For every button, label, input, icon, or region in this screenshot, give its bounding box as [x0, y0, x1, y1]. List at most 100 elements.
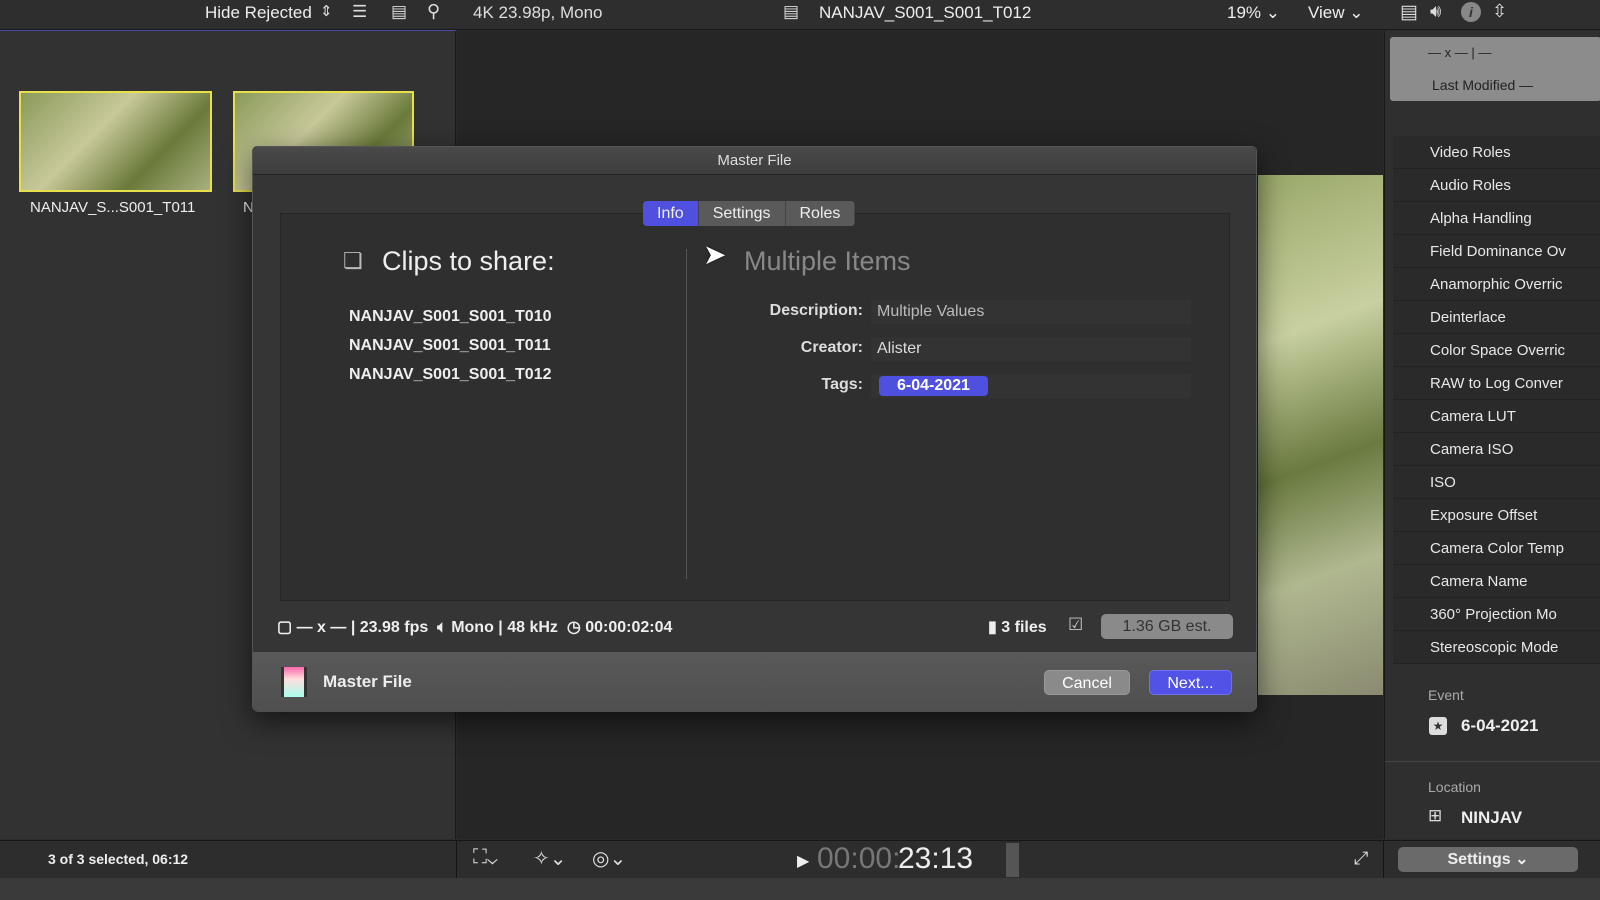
- inspector-item[interactable]: Exposure Offset: [1393, 499, 1600, 532]
- location-value: NINJAV: [1461, 808, 1523, 827]
- document-icon: ▮: [988, 619, 997, 636]
- clip-thumbnail[interactable]: [19, 91, 212, 192]
- inspector-item[interactable]: Camera Name: [1393, 565, 1600, 598]
- clock-icon: ◷: [566, 619, 581, 636]
- inspector-item[interactable]: Field Dominance Ov: [1393, 235, 1600, 268]
- audio-channels: Mono: [451, 619, 494, 636]
- size-estimate: 1.36 GB est.: [1101, 614, 1233, 639]
- sample-rate: 48 kHz: [507, 619, 558, 636]
- transform-icon[interactable]: ⛶⌄: [473, 846, 498, 869]
- inspector-item[interactable]: Camera Color Temp: [1393, 532, 1600, 565]
- inspector-item[interactable]: Stereoscopic Mode: [1393, 631, 1600, 664]
- format-info: 4K 23.98p, Mono: [473, 3, 603, 22]
- dimensions: — x —: [296, 619, 347, 636]
- destination-label: Master File: [323, 672, 412, 691]
- film-icon: ▤: [783, 2, 800, 21]
- inspector-item[interactable]: Anamorphic Overric: [1393, 268, 1600, 301]
- mouse-cursor-icon: ➤: [703, 239, 727, 270]
- clips-heading: Clips to share:: [382, 246, 555, 276]
- inspector-header: — x — | — Last Modified —: [1390, 37, 1600, 101]
- filmstrip-icon[interactable]: ▤: [391, 2, 407, 22]
- selection-status: 3 of 3 selected, 06:12: [48, 851, 189, 867]
- dialog-tabs: Info Settings Roles: [643, 201, 856, 226]
- retime-icon[interactable]: ◎⌄: [592, 846, 626, 871]
- tab-settings[interactable]: Settings: [699, 201, 786, 226]
- audio-inspector-icon[interactable]: 🔊︎: [1430, 1, 1441, 22]
- master-file-icon: [281, 667, 307, 697]
- event-label: Event: [1428, 687, 1464, 703]
- share-dialog: Master File ❏ Clips to share: NANJAV_S00…: [252, 146, 1257, 712]
- inspector-item[interactable]: RAW to Log Conver: [1393, 367, 1600, 400]
- clip-label: NANJAV_S...S001_T011: [30, 199, 196, 216]
- chevron-down-icon: ⌄: [1349, 3, 1364, 22]
- updown-chevron-icon[interactable]: ⇕: [320, 2, 333, 20]
- divider: [456, 841, 457, 879]
- stats-left: ▢ — x — | 23.98 fps 🔈︎ Mono | 48 kHz ◷ 0…: [277, 619, 673, 636]
- divider: [686, 249, 687, 579]
- share-inspector-icon[interactable]: ⇳: [1492, 1, 1507, 22]
- filter-popup[interactable]: Hide Rejected: [205, 3, 312, 23]
- chevron-down-icon: ⌄: [1265, 3, 1281, 22]
- clip-name: NANJAV_S001_S001_T012: [819, 3, 1032, 22]
- search-icon[interactable]: ⚲: [427, 1, 440, 22]
- event-value: 6-04-2021: [1461, 716, 1539, 735]
- inspector-item[interactable]: Deinterlace: [1393, 301, 1600, 334]
- dialog-title: Master File: [253, 147, 1256, 175]
- inspector-item[interactable]: Alpha Handling: [1393, 202, 1600, 235]
- play-icon[interactable]: ▶: [797, 851, 809, 871]
- grid-icon: ⊞: [1428, 806, 1443, 825]
- compatibility-icon[interactable]: ☑: [1068, 615, 1083, 635]
- creator-field[interactable]: Alister: [871, 337, 1191, 361]
- dimensions: — x — | —: [1428, 45, 1492, 60]
- info-panel: ❏ Clips to share: NANJAV_S001_S001_T010 …: [280, 213, 1230, 601]
- tab-info[interactable]: Info: [643, 201, 699, 226]
- inspector-item[interactable]: Video Roles: [1393, 136, 1600, 169]
- clip-list: NANJAV_S001_S001_T010 NANJAV_S001_S001_T…: [349, 302, 552, 389]
- viewer-image: [1258, 175, 1383, 695]
- duration: 00:00:02:04: [585, 619, 673, 636]
- info-inspector-icon[interactable]: i: [1461, 2, 1481, 22]
- divider: [1383, 841, 1384, 879]
- inspector-item[interactable]: ISO: [1393, 466, 1600, 499]
- timecode-dim: 00:00:: [817, 842, 901, 875]
- clips-stack-icon: ❏: [343, 248, 363, 273]
- settings-label: Settings: [1447, 851, 1511, 868]
- clip-item: NANJAV_S001_S001_T010: [349, 308, 552, 325]
- file-count: ▮ 3 files: [988, 617, 1047, 637]
- tag-token[interactable]: 6-04-2021: [879, 376, 988, 396]
- video-inspector-icon[interactable]: ▤: [1400, 1, 1418, 24]
- list-view-icon[interactable]: ☰: [352, 2, 367, 22]
- cancel-button[interactable]: Cancel: [1044, 670, 1130, 695]
- settings-button[interactable]: Settings ⌄: [1398, 847, 1578, 872]
- inspector: — x — | — Last Modified — Video Roles Aud…: [1384, 31, 1600, 839]
- items-heading: Multiple Items: [744, 246, 911, 276]
- inspector-item[interactable]: 360° Projection Mo: [1393, 598, 1600, 631]
- zoom-popup[interactable]: 19% ⌄: [1227, 3, 1280, 23]
- files-value: 3 files: [1001, 619, 1047, 636]
- view-label: View: [1308, 3, 1345, 22]
- location-label: Location: [1428, 779, 1481, 795]
- inspector-item[interactable]: Camera ISO: [1393, 433, 1600, 466]
- frame-rate: 23.98 fps: [359, 619, 429, 636]
- enhance-wand-icon[interactable]: ✧⌄: [533, 846, 567, 871]
- timecode: 23:13: [898, 842, 974, 875]
- fullscreen-icon[interactable]: ⤢: [1354, 848, 1368, 869]
- tab-roles[interactable]: Roles: [786, 201, 856, 226]
- next-button[interactable]: Next...: [1149, 670, 1232, 695]
- inspector-item[interactable]: Audio Roles: [1393, 169, 1600, 202]
- description-field[interactable]: Multiple Values: [871, 300, 1191, 324]
- view-popup[interactable]: View ⌄: [1308, 3, 1364, 23]
- zoom-value: 19%: [1227, 3, 1262, 22]
- inspector-item[interactable]: Color Space Overric: [1393, 334, 1600, 367]
- audio-meter: [1006, 843, 1019, 877]
- description-label: Description:: [769, 302, 863, 319]
- tags-field[interactable]: 6-04-2021: [871, 374, 1191, 398]
- frame-size-icon: ▢: [277, 619, 293, 636]
- inspector-item[interactable]: Camera LUT: [1393, 400, 1600, 433]
- timeline-strip: [0, 878, 1600, 900]
- bottom-bar: 3 of 3 selected, 06:12 ⛶⌄ ✧⌄ ◎⌄ ▶ 00:00:…: [0, 840, 1600, 879]
- divider: [1385, 761, 1600, 762]
- dialog-footer: Master File Cancel Next...: [253, 652, 1256, 712]
- creator-label: Creator:: [800, 339, 863, 356]
- clip-item: NANJAV_S001_S001_T011: [349, 337, 551, 354]
